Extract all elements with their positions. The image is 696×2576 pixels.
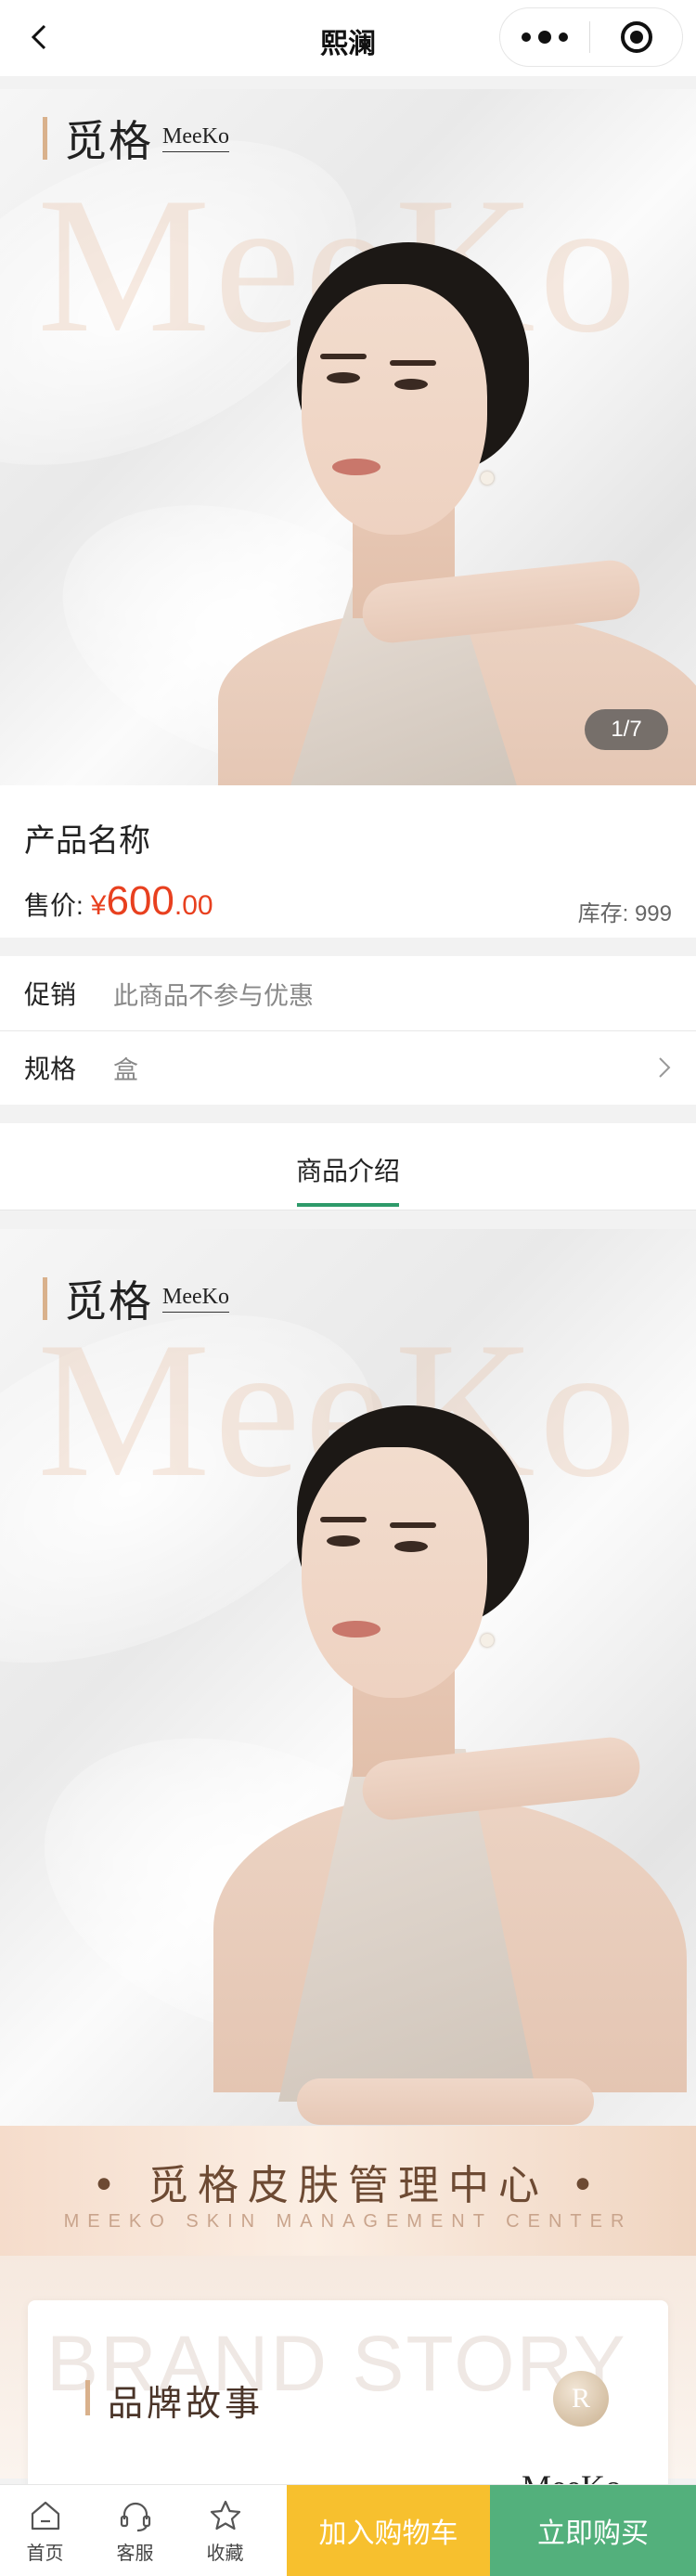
model-earring xyxy=(481,472,494,485)
detail-poster-image: MeeKo 觅格 MeeKo xyxy=(0,1229,696,2126)
chevron-right-icon xyxy=(659,1057,671,1078)
brand-seal-icon: R xyxy=(553,2371,609,2427)
stock-count: 库存: 999 xyxy=(577,901,672,926)
home-label: 首页 xyxy=(26,2543,64,2564)
tab-product-intro[interactable]: 商品介绍 xyxy=(0,1151,696,1188)
spec-row[interactable]: 规格 盒 xyxy=(0,1030,696,1105)
add-to-cart-button[interactable]: 加入购物车 xyxy=(287,2485,490,2576)
tab-active-indicator xyxy=(297,1203,399,1207)
banner-title-cn: • 觅格皮肤管理中心 • xyxy=(92,2162,604,2209)
model-face xyxy=(302,284,487,535)
model-forearm xyxy=(297,2078,594,2125)
product-image-carousel[interactable]: MeeKo 觅格 MeeKo 1/7 xyxy=(0,89,696,785)
customer-service-button[interactable]: 客服 xyxy=(90,2485,180,2576)
banner-title-en: MEEKO SKIN MANAGEMENT CENTER xyxy=(63,2211,633,2232)
model-brow xyxy=(390,1522,436,1528)
bottom-action-bar: 首页 客服 收藏 加入购物车 立即购买 xyxy=(0,2484,696,2576)
model-lips xyxy=(332,459,380,475)
spec-value: 盒 xyxy=(113,1055,138,1084)
promo-spec-card: 促销 此商品不参与优惠 规格 盒 xyxy=(0,956,696,1105)
model-lips xyxy=(332,1621,380,1638)
model-face xyxy=(302,1447,487,1698)
detail-tab-bar: 商品介绍 xyxy=(0,1123,696,1210)
home-button[interactable]: 首页 xyxy=(0,2485,90,2576)
product-info-card: 产品名称 售价: ¥ 600 .00 库存: 999 xyxy=(0,785,696,938)
model-earring xyxy=(481,1634,494,1647)
skin-center-banner: • 觅格皮肤管理中心 • MEEKO SKIN MANAGEMENT CENTE… xyxy=(0,2126,696,2256)
promo-value: 此商品不参与优惠 xyxy=(113,981,314,1010)
star-icon xyxy=(210,2500,240,2530)
model-eye xyxy=(327,1535,360,1547)
price-decimal: .00 xyxy=(174,890,213,921)
favorite-label: 收藏 xyxy=(206,2543,244,2564)
price-row: 售价: ¥ 600 .00 xyxy=(24,878,213,925)
model-photo xyxy=(0,1229,696,2126)
story-bar xyxy=(85,2380,90,2415)
model-eye xyxy=(394,379,428,390)
buy-now-button[interactable]: 立即购买 xyxy=(490,2485,696,2576)
price-currency: ¥ xyxy=(90,890,107,921)
model-photo xyxy=(0,89,696,785)
product-name: 产品名称 xyxy=(24,823,150,859)
model-eye xyxy=(327,372,360,383)
image-counter: 1/7 xyxy=(585,709,668,750)
headset-icon xyxy=(120,2502,150,2531)
model-brow xyxy=(390,360,436,366)
mini-program-capsule xyxy=(499,7,683,67)
favorite-button[interactable]: 收藏 xyxy=(180,2485,270,2576)
story-title: 品牌故事 xyxy=(108,2383,264,2424)
model-eye xyxy=(394,1541,428,1552)
close-button[interactable] xyxy=(590,8,682,66)
spec-label: 规格 xyxy=(24,1055,77,1083)
home-icon xyxy=(31,2501,59,2530)
price-integer: 600 xyxy=(106,878,174,924)
promo-row: 促销 此商品不参与优惠 xyxy=(0,956,696,1030)
more-button[interactable] xyxy=(500,8,589,66)
more-dots-icon xyxy=(522,31,568,44)
price-label: 售价: xyxy=(24,891,84,920)
model-brow xyxy=(320,1517,367,1522)
service-label: 客服 xyxy=(116,2543,154,2564)
promo-label: 促销 xyxy=(24,980,77,1009)
target-close-icon xyxy=(620,21,652,53)
top-nav-bar: 熙澜 xyxy=(0,0,696,76)
brand-story-card: BRAND STORY 品牌故事 R MeeKo xyxy=(28,2300,668,2505)
model-brow xyxy=(320,354,367,359)
